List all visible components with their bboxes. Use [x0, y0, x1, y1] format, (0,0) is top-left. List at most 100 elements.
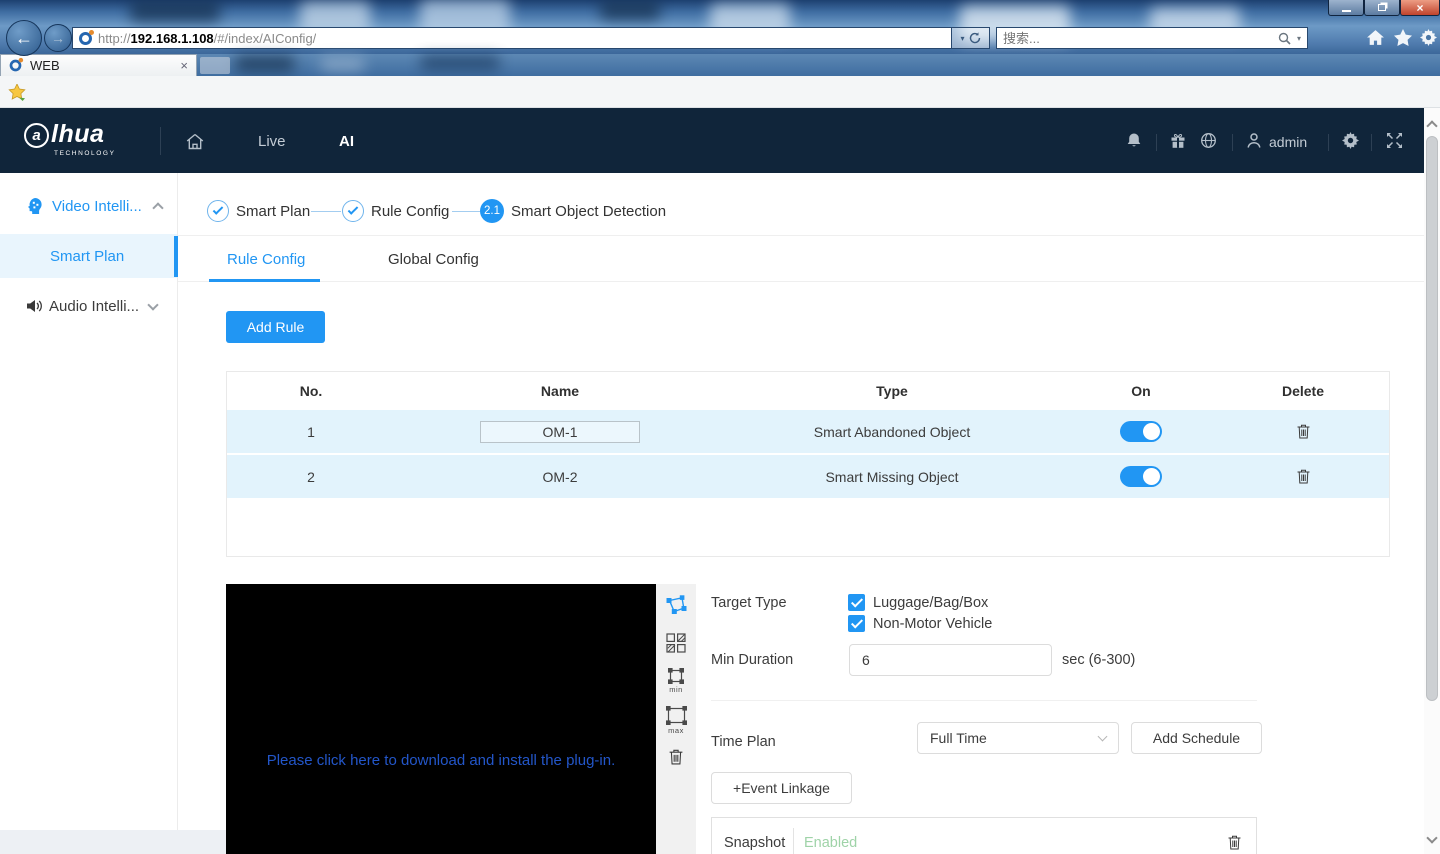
plugin-download-link[interactable]: Please click here to download and instal…: [226, 752, 656, 769]
time-plan-value: Full Time: [930, 730, 987, 746]
fullscreen-icon[interactable]: [1386, 132, 1403, 149]
draw-region-tool[interactable]: [665, 595, 687, 615]
min-duration-hint: sec (6-300): [1062, 652, 1135, 668]
sidebar-item-smart-plan[interactable]: Smart Plan: [0, 234, 177, 278]
pixel-grid-icon: [666, 633, 686, 653]
search-input[interactable]: [1003, 31, 1272, 46]
browser-back-button[interactable]: ←: [6, 20, 42, 56]
panel-divider: [711, 700, 1257, 701]
browser-favorites-icon[interactable]: [1394, 29, 1412, 46]
wizard-step-3-badge[interactable]: 2.1: [480, 199, 504, 223]
browser-settings-icon[interactable]: [1420, 29, 1437, 46]
wizard-step-2-done[interactable]: [342, 200, 364, 222]
wizard-step-2-label: Rule Config: [371, 203, 449, 220]
new-tab-button[interactable]: [200, 57, 230, 74]
non-motor-vehicle-checkbox[interactable]: [848, 615, 865, 632]
tab-rule-config[interactable]: Rule Config: [227, 251, 305, 268]
url-path: /#/index/AIConfig/: [214, 31, 317, 46]
tab-close-icon[interactable]: ×: [180, 58, 188, 73]
clear-drawing-tool[interactable]: [669, 749, 683, 765]
min-size-icon: [668, 668, 684, 684]
page-scrollbar[interactable]: [1424, 108, 1440, 854]
rule-2-delete-icon[interactable]: [1297, 469, 1310, 484]
rule-2-no: 2: [307, 469, 315, 485]
header-divider: [1371, 134, 1372, 151]
pixel-grid-tool[interactable]: [666, 633, 686, 653]
rule-2-type: Smart Missing Object: [825, 469, 958, 485]
max-size-tool[interactable]: max: [666, 706, 687, 735]
target-luggage-row: Luggage/Bag/Box: [848, 594, 988, 611]
snapshot-delete-icon[interactable]: [1228, 835, 1241, 850]
user-icon[interactable]: [1246, 132, 1262, 149]
rule-2-name: OM-2: [543, 469, 578, 485]
dahua-logo: a lhua TECHNOLOGY: [24, 120, 134, 162]
time-plan-label: Time Plan: [711, 734, 776, 750]
wizard-step-1-done[interactable]: [207, 200, 229, 222]
draw-polygon-icon: [665, 595, 687, 615]
settings-gear-icon[interactable]: [1342, 132, 1359, 149]
event-linkage-button[interactable]: +Event Linkage: [711, 772, 852, 804]
magnifier-icon[interactable]: [1278, 32, 1291, 45]
col-header-name: Name: [395, 383, 725, 399]
search-dropdown-icon[interactable]: ▾: [1297, 34, 1301, 43]
rule-table: No. Name Type On Delete 1 Smart Abandone…: [226, 371, 1390, 557]
rule-1-delete-icon[interactable]: [1297, 424, 1310, 439]
tab-global-config[interactable]: Global Config: [388, 251, 479, 268]
min-size-label: min: [669, 685, 683, 694]
min-duration-input[interactable]: [849, 644, 1052, 676]
home-icon[interactable]: [185, 132, 205, 151]
snapshot-status: Enabled: [804, 835, 857, 851]
time-plan-select[interactable]: Full Time: [917, 722, 1119, 754]
tab-title: WEB: [30, 58, 172, 73]
rule-1-enable-toggle[interactable]: [1120, 421, 1162, 442]
background-blur-blob: [420, 56, 500, 70]
address-bar[interactable]: http://192.168.1.108/#/index/AIConfig/: [72, 27, 952, 49]
target-type-label: Target Type: [711, 595, 787, 611]
tab-favicon: [10, 60, 22, 72]
browser-home-icon[interactable]: [1366, 29, 1385, 46]
sidebar-item-video-intelligence[interactable]: Video Intelli...: [0, 188, 177, 224]
scroll-up-icon[interactable]: [1426, 120, 1437, 131]
table-header-row: No. Name Type On Delete: [227, 372, 1389, 410]
scrollbar-thumb[interactable]: [1426, 136, 1438, 701]
refresh-icon[interactable]: [969, 32, 981, 44]
wizard-step-1-label: Smart Plan: [236, 203, 310, 220]
min-size-tool[interactable]: min: [668, 668, 684, 694]
window-restore-button[interactable]: [1364, 0, 1400, 16]
background-blur-blob: [235, 56, 295, 72]
site-favicon: [79, 32, 92, 45]
audio-intelligence-icon: [26, 298, 43, 314]
rule-1-name-input[interactable]: [480, 421, 640, 443]
add-rule-button[interactable]: Add Rule: [226, 311, 325, 343]
browser-forward-button[interactable]: →: [44, 24, 72, 52]
scroll-down-icon[interactable]: [1426, 832, 1437, 843]
alarm-bell-icon[interactable]: [1126, 132, 1142, 149]
username[interactable]: admin: [1269, 134, 1307, 150]
page-background-strip: [0, 830, 226, 854]
logo-subtext: TECHNOLOGY: [54, 150, 116, 157]
add-favorite-star-icon[interactable]: [8, 84, 27, 101]
col-header-no: No.: [227, 383, 395, 399]
browser-search-box[interactable]: ▾: [996, 27, 1308, 49]
url-bar-controls[interactable]: ▾: [952, 27, 990, 49]
add-schedule-button[interactable]: Add Schedule: [1131, 722, 1262, 754]
url-host: 192.168.1.108: [131, 31, 214, 46]
luggage-checkbox[interactable]: [848, 594, 865, 611]
background-blur-blob: [320, 58, 365, 70]
window-close-button[interactable]: ×: [1400, 0, 1440, 16]
sidebar-item-audio-intelligence[interactable]: Audio Intelli...: [0, 288, 177, 324]
nav-ai[interactable]: AI: [339, 133, 354, 150]
nav-live[interactable]: Live: [258, 133, 286, 150]
browser-tab-web[interactable]: WEB ×: [0, 54, 197, 76]
browser-favorites-bar: [0, 76, 1440, 108]
active-item-indicator: [174, 236, 178, 277]
globe-icon[interactable]: [1200, 132, 1217, 149]
autocomplete-dropdown-icon[interactable]: ▾: [960, 34, 964, 43]
section-divider: [178, 235, 1424, 236]
background-blur-blob: [600, 0, 660, 20]
gift-icon[interactable]: [1170, 133, 1186, 149]
url-scheme: http://: [98, 31, 131, 46]
window-minimize-button[interactable]: [1328, 0, 1364, 16]
rule-2-enable-toggle[interactable]: [1120, 466, 1162, 487]
header-divider: [1328, 134, 1329, 151]
